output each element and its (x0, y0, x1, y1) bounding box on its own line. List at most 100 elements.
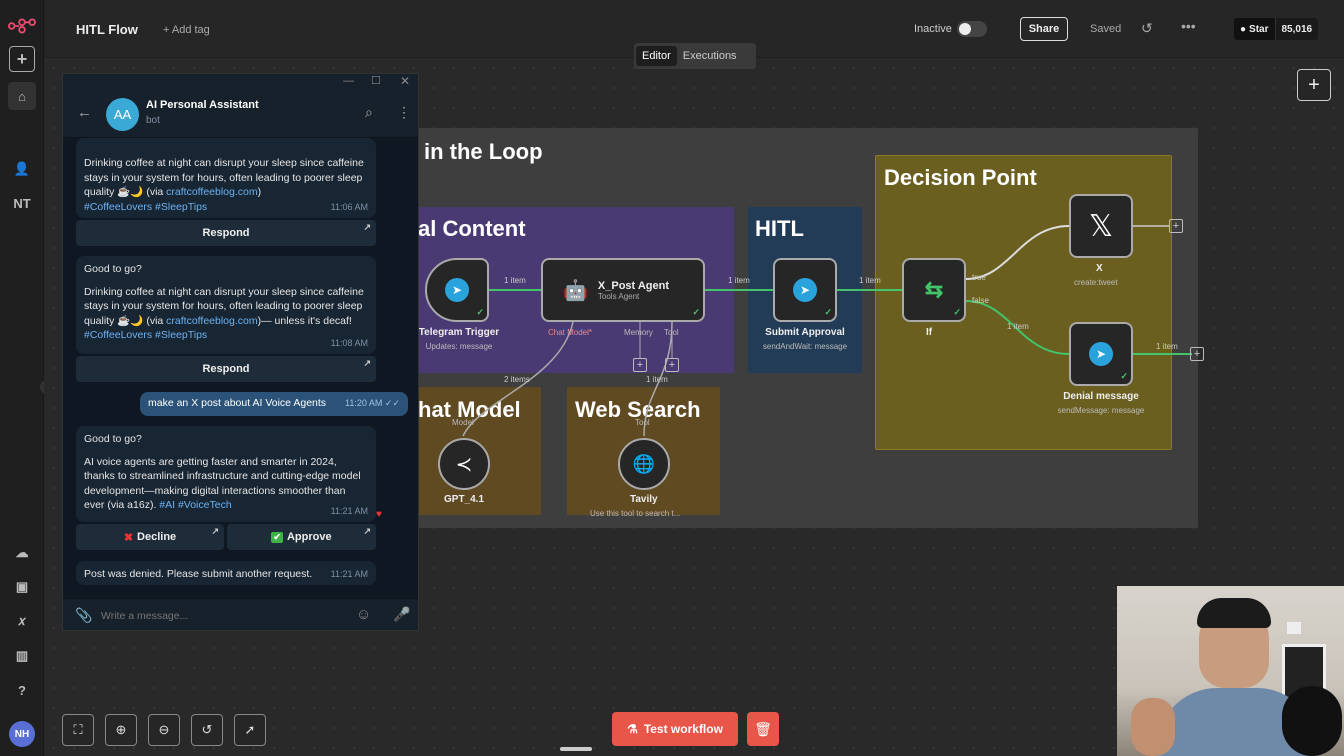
back-arrow-icon[interactable]: ← (77, 104, 92, 121)
telegram-trigger-node[interactable]: ➤ ✓ (425, 258, 489, 322)
tavily-node[interactable]: 🌐 (618, 438, 670, 490)
message-time: 11:21 AM (330, 568, 368, 579)
message-tags[interactable]: #CoffeeLovers #SleepTips (84, 201, 207, 213)
add-memory-icon[interactable]: + (633, 358, 647, 372)
chat-message: Post was denied. Please submit another r… (76, 561, 376, 585)
chat-message: Good to go? Drinking coffee at night can… (76, 256, 376, 354)
search-icon[interactable]: ⌕ (365, 104, 373, 121)
zoom-out-icon[interactable]: ⊖ (148, 714, 180, 746)
fit-view-icon[interactable]: ⛶ (62, 714, 94, 746)
robot-icon: 🤖 (563, 279, 588, 302)
more-vert-icon[interactable]: ⋮ (397, 104, 411, 121)
chat-message: Good to go? AI voice agents are getting … (76, 426, 376, 522)
chat-avatar[interactable]: AA (106, 98, 139, 131)
delete-icon[interactable]: 🗑 (747, 712, 779, 746)
message-tags[interactable]: #AI #VoiceTech (159, 499, 231, 511)
submit-approval-label: Submit Approval (765, 327, 845, 338)
edge-label: 1 item (1156, 342, 1178, 351)
message-tags[interactable]: #CoffeeLovers #SleepTips (84, 329, 207, 341)
zoom-in-icon[interactable]: ⊕ (105, 714, 137, 746)
maximize-icon[interactable]: ☐ (371, 74, 381, 87)
edge-label: 2 items (504, 375, 530, 384)
approve-button[interactable]: ✔ Approve ↗ (227, 524, 376, 550)
open-link-icon: ↗ (211, 526, 219, 536)
open-link-icon: ↗ (363, 526, 371, 536)
chat-subtitle: bot (146, 115, 160, 126)
chat-message: Drinking coffee at night can disrupt you… (76, 138, 376, 218)
chat-name[interactable]: AI Personal Assistant (146, 99, 259, 111)
message-link[interactable]: craftcoffeeblog.com (166, 186, 257, 198)
test-workflow-button[interactable]: ⚗ Test workflow (612, 712, 738, 746)
message-body: Post was denied. Please submit another r… (84, 568, 313, 580)
telegram-trigger-sub: Updates: message (425, 342, 493, 351)
chat-header: ← AA AI Personal Assistant bot ⌕ ⋮ (63, 92, 418, 138)
edge-label: 1 item (504, 276, 526, 285)
reset-zoom-icon[interactable]: ↺ (191, 714, 223, 746)
respond-button[interactable]: Respond ↗ (76, 220, 376, 246)
if-false-label: false (972, 296, 989, 305)
message-after: ) (257, 186, 262, 198)
telegram-window: — ☐ ✕ ← AA AI Personal Assistant bot ⌕ ⋮… (62, 73, 419, 631)
if-true-label: true (972, 273, 986, 282)
tidy-up-icon[interactable]: ➚ (234, 714, 266, 746)
x-label: X (1096, 263, 1103, 274)
branch-icon: ⇆ (924, 277, 944, 302)
outgoing-message: make an X post about AI Voice Agents 11:… (140, 392, 408, 416)
gpt-node[interactable]: ≺ (438, 438, 490, 490)
message-time: 11:06 AM (330, 201, 368, 212)
success-check-icon: ✓ (476, 307, 484, 317)
x-post-agent-node[interactable]: 🤖 X_Post Agent Tools Agent ✓ (541, 258, 705, 322)
gpt-port-label: Model (452, 418, 474, 427)
outgoing-time: 11:20 AM (345, 398, 383, 408)
flask-icon: ⚗ (627, 722, 638, 736)
submit-approval-node[interactable]: ➤ ✓ (773, 258, 837, 322)
add-tool-icon[interactable]: + (665, 358, 679, 372)
microphone (1282, 686, 1342, 756)
add-after-x-icon[interactable]: + (1169, 219, 1183, 233)
edge-label: 1 item (646, 375, 668, 384)
heart-reaction-icon[interactable]: ♥ (376, 509, 382, 520)
edge-if-x (965, 225, 1070, 280)
x-post-agent-sub: Tools Agent (597, 291, 640, 301)
port-tool: Tool (664, 328, 679, 337)
x-logo-icon: 𝕏 (1088, 209, 1114, 243)
x-sub: create:tweet (1074, 278, 1118, 287)
respond-button[interactable]: Respond ↗ (76, 356, 376, 382)
x-post-agent-label: X_Post Agent (597, 279, 670, 292)
port-memory: Memory (624, 328, 653, 337)
if-node[interactable]: ⇆ ✓ (902, 258, 966, 322)
close-icon[interactable]: ✕ (400, 74, 410, 88)
bottom-handle[interactable] (560, 747, 592, 751)
telegram-trigger-label: Telegram Trigger (418, 327, 500, 338)
message-time: 11:21 AM (330, 505, 368, 516)
message-input[interactable] (101, 607, 341, 625)
emoji-icon[interactable]: ☺ (356, 606, 371, 623)
edge-label: 1 item (728, 276, 750, 285)
edge-label: 1 item (859, 276, 881, 285)
message-input-bar: 📎 ☺ 🎤 (63, 598, 418, 630)
minimize-icon[interactable]: — (343, 75, 354, 87)
if-label: If (926, 327, 933, 338)
telegram-icon: ➤ (445, 278, 469, 302)
openai-icon: ≺ (455, 453, 473, 476)
add-after-denial-icon[interactable]: + (1190, 347, 1204, 361)
success-check-icon: ✓ (1120, 371, 1128, 381)
checkmark-icon: ✔ (271, 531, 283, 543)
respond-label: Respond (202, 227, 250, 239)
presenter-hand (1131, 698, 1175, 756)
x-node[interactable]: 𝕏 (1069, 194, 1133, 258)
gpt-label: GPT_4.1 (444, 494, 485, 505)
message-link[interactable]: craftcoffeeblog.com (166, 315, 257, 327)
message-time: 11:08 AM (330, 337, 368, 348)
globe-icon: 🌐 (632, 453, 656, 474)
webcam-overlay (1117, 586, 1344, 756)
microphone-icon[interactable]: 🎤 (393, 606, 410, 623)
decline-button[interactable]: ✖ Decline ↗ (76, 524, 224, 550)
success-check-icon: ✓ (692, 307, 700, 317)
attach-icon[interactable]: 📎 (75, 607, 92, 624)
telegram-icon: ➤ (1089, 342, 1113, 366)
window-titlebar: — ☐ ✕ (63, 74, 418, 92)
outgoing-text: make an X post about AI Voice Agents (148, 397, 327, 409)
edge-label: 1 item (1007, 322, 1029, 331)
denial-message-node[interactable]: ➤ ✓ (1069, 322, 1133, 386)
